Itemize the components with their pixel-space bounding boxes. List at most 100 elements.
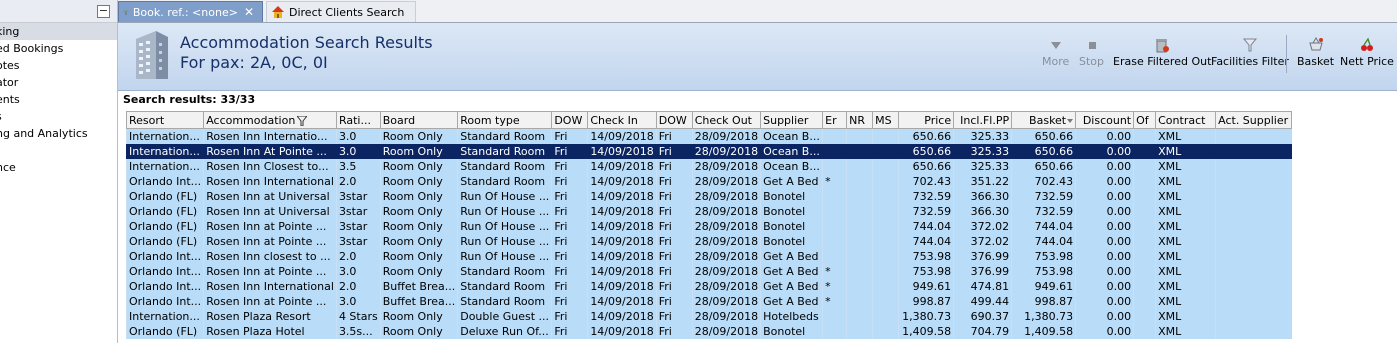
sidebar-item[interactable]: ed Bookings — [0, 40, 117, 57]
column-header[interactable]: Check Out — [691, 111, 762, 129]
table-cell — [822, 249, 847, 264]
table-cell — [872, 144, 899, 159]
table-row[interactable]: Internation... Rosen Inn At Pointe ... 3.0… — [126, 144, 1292, 159]
column-header[interactable]: Discount — [1075, 111, 1135, 129]
table-cell — [822, 144, 847, 159]
table-row[interactable]: Orlando Int... Rosen Inn at Pointe ... 3.0… — [126, 264, 1292, 279]
column-header[interactable]: Price — [898, 111, 955, 129]
column-header[interactable]: Er — [822, 111, 848, 129]
table-cell: 28/09/2018 — [691, 144, 761, 159]
sidebar-item[interactable]: nce — [0, 159, 117, 176]
column-header[interactable]: Resort — [126, 111, 205, 129]
column-header[interactable]: NR — [846, 111, 874, 129]
table-cell: 732.59 — [898, 189, 954, 204]
table-cell: 3.0 — [335, 294, 381, 309]
table-cell: 744.04 — [1011, 219, 1076, 234]
column-header-label: Rati... — [338, 113, 371, 127]
sidebar-item[interactable]: ents — [0, 91, 117, 108]
table-cell: Room Only — [379, 249, 458, 264]
table-cell: XML — [1155, 174, 1216, 189]
table-cell: 732.59 — [1011, 204, 1076, 219]
table-cell: 28/09/2018 — [691, 234, 761, 249]
column-header[interactable]: Act. Supplier — [1215, 111, 1293, 129]
facilities-filter-button[interactable]: Facilities Filter — [1211, 37, 1289, 68]
tab-booking[interactable]: Book. ref.: <none> ✕ — [118, 1, 263, 22]
column-header[interactable]: Room type — [457, 111, 553, 129]
table-row[interactable]: Orlando (FL) Rosen Inn at Universal 3star R… — [126, 204, 1292, 219]
table-cell: Fri — [655, 219, 693, 234]
sidebar-item[interactable]: ator — [0, 74, 117, 91]
column-header[interactable]: Rati... — [335, 111, 381, 129]
column-header[interactable]: Of — [1133, 111, 1157, 129]
table-cell: 0.00 — [1075, 159, 1134, 174]
table-row[interactable]: Orlando (FL) Rosen Inn at Universal 3star R… — [126, 189, 1292, 204]
table-cell — [822, 204, 847, 219]
sidebar-item[interactable]: s — [0, 108, 117, 125]
filter-icon[interactable] — [297, 115, 308, 126]
column-header[interactable]: DOW — [551, 111, 589, 129]
column-header[interactable]: Basket — [1011, 111, 1077, 129]
column-header[interactable]: Check In — [587, 111, 657, 129]
table-row[interactable]: Internation... Rosen Inn Closest to... 3.5… — [126, 159, 1292, 174]
sidebar-item[interactable]: otes — [0, 57, 117, 74]
table-cell: * — [822, 264, 847, 279]
table-row[interactable]: Orlando (FL) Rosen Plaza Hotel 3.5s... Room… — [126, 324, 1292, 339]
table-cell: 949.61 — [898, 279, 954, 294]
table-cell: Run Of House ... — [457, 234, 552, 249]
table-cell — [822, 324, 847, 339]
column-header[interactable]: Contract — [1155, 111, 1217, 129]
table-row[interactable]: Orlando Int... Rosen Inn at Pointe ... 3.0… — [126, 294, 1292, 309]
table-cell — [822, 219, 847, 234]
table-cell: Fri — [551, 234, 588, 249]
table-cell: 14/09/2018 — [587, 324, 657, 339]
table-cell — [1215, 159, 1292, 174]
table-cell: Fri — [551, 264, 588, 279]
table-cell: Buffet Brea... — [379, 294, 458, 309]
tab-bar: Book. ref.: <none> ✕ Direct Clients Sear… — [118, 0, 1397, 23]
more-button[interactable]: More — [1042, 37, 1069, 68]
table-cell: 28/09/2018 — [691, 309, 761, 324]
table-cell — [1133, 204, 1156, 219]
sidebar-item[interactable]: king — [0, 23, 117, 40]
column-header[interactable]: Supplier — [760, 111, 824, 129]
table-cell: Orlando Int... — [126, 249, 204, 264]
table-cell: 732.59 — [1011, 189, 1076, 204]
erase-filtered-out-label: Erase Filtered Out — [1113, 55, 1212, 68]
table-cell — [846, 159, 873, 174]
close-icon[interactable]: ✕ — [244, 5, 254, 19]
table-cell: Room Only — [379, 324, 458, 339]
stop-button[interactable]: Stop — [1079, 37, 1104, 68]
sidebar-item[interactable] — [0, 142, 117, 159]
table-row[interactable]: Orlando Int... Rosen Inn International 2.0… — [126, 174, 1292, 189]
table-row[interactable]: Internation... Rosen Inn Internatio... 3.0… — [126, 128, 1292, 144]
more-label: More — [1042, 55, 1070, 68]
table-cell: XML — [1155, 189, 1216, 204]
table-cell: 998.87 — [1011, 294, 1076, 309]
table-row[interactable]: Orlando (FL) Rosen Inn at Pointe ... 3star… — [126, 219, 1292, 234]
nett-price-button[interactable]: Nett Price — [1340, 37, 1394, 68]
table-cell: XML — [1155, 234, 1216, 249]
basket-button[interactable]: Basket — [1297, 37, 1334, 68]
column-header[interactable]: MS — [872, 111, 900, 129]
results-bar: Search results: 33/33 — [118, 91, 1397, 109]
table-cell: Rosen Inn At Pointe ... — [203, 144, 337, 159]
column-header-label: Resort — [129, 113, 165, 127]
column-header[interactable]: Accommodation — [203, 111, 337, 129]
sidebar-item[interactable]: ng and Analytics — [0, 125, 117, 142]
column-header[interactable]: DOW — [655, 111, 693, 129]
tab-direct-clients-search[interactable]: Direct Clients Search — [266, 1, 416, 22]
table-row[interactable]: Internation... Rosen Plaza Resort 4 Stars R… — [126, 309, 1292, 324]
house-icon — [272, 6, 284, 18]
table-row[interactable]: Orlando Int... Rosen Inn closest to ... 2.… — [126, 249, 1292, 264]
table-cell: XML — [1155, 264, 1216, 279]
table-cell: * — [822, 294, 847, 309]
table-row[interactable]: Orlando (FL) Rosen Inn at Pointe ... 3star… — [126, 234, 1292, 249]
table-cell: 372.02 — [953, 234, 1012, 249]
column-header[interactable]: Incl.Fl.PP — [953, 111, 1013, 129]
table-row[interactable]: Orlando Int... Rosen Inn International 2.0… — [126, 279, 1292, 294]
table-cell: 1,409.58 — [1011, 324, 1076, 339]
table-cell: 744.04 — [1011, 234, 1076, 249]
collapse-icon[interactable]: − — [97, 5, 110, 18]
column-header[interactable]: Board — [379, 111, 459, 129]
erase-filtered-out-button[interactable]: Erase Filtered Out — [1113, 37, 1211, 68]
